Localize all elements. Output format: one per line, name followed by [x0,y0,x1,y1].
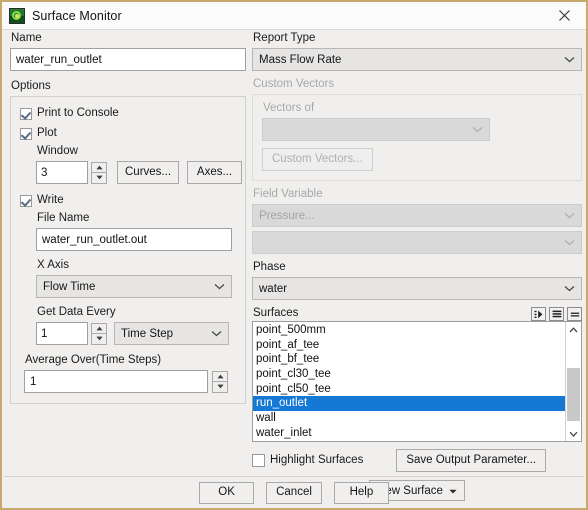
scrollbar-thumb[interactable] [567,368,580,421]
write-checkbox-row[interactable]: Write [20,192,236,209]
filter-list-icon[interactable] [531,307,546,321]
axes-button[interactable]: Axes... [187,161,242,184]
average-over-input[interactable] [24,370,208,393]
name-label: Name [11,32,42,44]
list-item[interactable]: point_bf_tee [253,352,565,367]
plot-checkbox[interactable] [20,127,32,140]
curves-button[interactable]: Curves... [117,161,179,184]
help-button[interactable]: Help [333,481,389,504]
window-input[interactable] [36,161,88,184]
print-to-console-checkbox[interactable] [20,107,32,120]
list-item[interactable]: point_af_tee [253,338,565,353]
list-item[interactable]: point_cl30_tee [253,367,565,382]
close-icon[interactable] [542,2,586,28]
field-variable-dropdown: Pressure... [252,204,582,227]
chevron-down-icon [564,285,575,292]
window-label: Window [37,145,78,157]
save-output-parameter-button[interactable]: Save Output Parameter... [396,449,547,472]
chevron-down-icon [472,126,483,133]
average-over-step-up-icon[interactable] [212,370,228,382]
field-variable-sub-dropdown [252,231,582,254]
x-axis-dropdown[interactable]: Flow Time [36,275,232,298]
report-type-dropdown[interactable]: Mass Flow Rate [252,48,582,71]
window-step-down-icon[interactable] [91,172,107,184]
list-item[interactable]: wall [253,411,565,426]
options-label: Options [11,80,51,92]
field-variable-label: Field Variable [253,188,323,200]
window-step-up-icon[interactable] [91,161,107,173]
list-item[interactable]: point_cl50_tee [253,382,565,397]
vectors-of-dropdown [262,118,490,141]
window-title: Surface Monitor [32,8,122,23]
chevron-down-icon [564,56,575,63]
print-to-console-checkbox-row[interactable]: Print to Console [20,105,236,122]
custom-vectors-label: Custom Vectors [253,78,335,90]
chevron-down-icon [564,239,575,246]
surface-monitor-dialog: Surface Monitor Name Options Print to Co… [0,0,588,510]
cancel-button[interactable]: Cancel [266,481,322,504]
ok-button[interactable]: OK [199,481,255,504]
list-item[interactable]: run_outlet [253,396,565,412]
surfaces-list-items: point_500mm point_af_tee point_bf_tee po… [253,322,565,441]
contour-plot-icon [9,7,25,24]
options-group: Print to Console Plot Window 3 Curves...… [10,96,246,404]
report-type-label: Report Type [253,32,316,44]
phase-value: water [259,282,288,295]
plot-label: Plot [37,127,57,139]
list-item[interactable]: water_inlet [253,426,565,441]
surfaces-toolbar [531,307,582,321]
x-axis-value: Flow Time [43,280,96,293]
get-data-every-step-up-icon[interactable] [91,322,107,334]
surfaces-label: Surfaces [253,307,299,319]
get-data-every-stepper[interactable] [36,322,107,345]
phase-label: Phase [253,261,286,273]
write-label: Write [37,194,64,206]
dialog-footer: OK Cancel Help [2,477,586,508]
title-bar: Surface Monitor [2,2,586,30]
custom-vectors-button: Custom Vectors... [262,148,373,171]
phase-dropdown[interactable]: water [252,277,582,300]
vectors-of-label: Vectors of [263,102,315,114]
get-data-every-unit-dropdown[interactable]: Time Step [114,322,229,345]
surfaces-scrollbar[interactable] [565,322,581,441]
field-variable-value: Pressure... [259,209,315,222]
file-name-input[interactable] [36,228,232,251]
report-type-value: Mass Flow Rate [259,53,342,66]
right-pane: Report Type Mass Flow Rate Custom Vector… [252,32,582,501]
get-data-every-input[interactable] [36,322,88,345]
write-checkbox[interactable] [20,194,32,207]
custom-vectors-group: Vectors of Custom Vectors... [252,94,582,181]
file-name-label: File Name [37,212,90,224]
window-stepper[interactable] [36,161,107,184]
plot-checkbox-row[interactable]: Plot [20,125,236,142]
left-pane: Name Options Print to Console Plot Windo… [10,32,246,404]
highlight-surfaces-label: Highlight Surfaces [270,454,364,466]
get-data-every-step-down-icon[interactable] [91,333,107,345]
get-data-every-label: Get Data Every [37,306,116,318]
select-all-list-icon[interactable] [549,307,564,321]
name-input[interactable] [10,48,246,71]
chevron-down-icon [564,212,575,219]
get-data-every-unit-value: Time Step [121,327,173,340]
scroll-down-icon[interactable] [566,426,581,441]
scroll-up-icon[interactable] [566,322,581,337]
chevron-down-icon [211,330,222,337]
deselect-all-list-icon[interactable] [567,307,582,321]
highlight-surfaces-checkbox[interactable] [252,454,265,467]
print-to-console-label: Print to Console [37,107,119,119]
chevron-down-icon [214,283,225,290]
x-axis-label: X Axis [37,259,69,271]
list-item[interactable]: point_500mm [253,323,565,338]
surfaces-listbox[interactable]: point_500mm point_af_tee point_bf_tee po… [252,321,582,442]
average-over-label: Average Over(Time Steps) [25,354,162,366]
average-over-step-down-icon[interactable] [212,381,228,393]
